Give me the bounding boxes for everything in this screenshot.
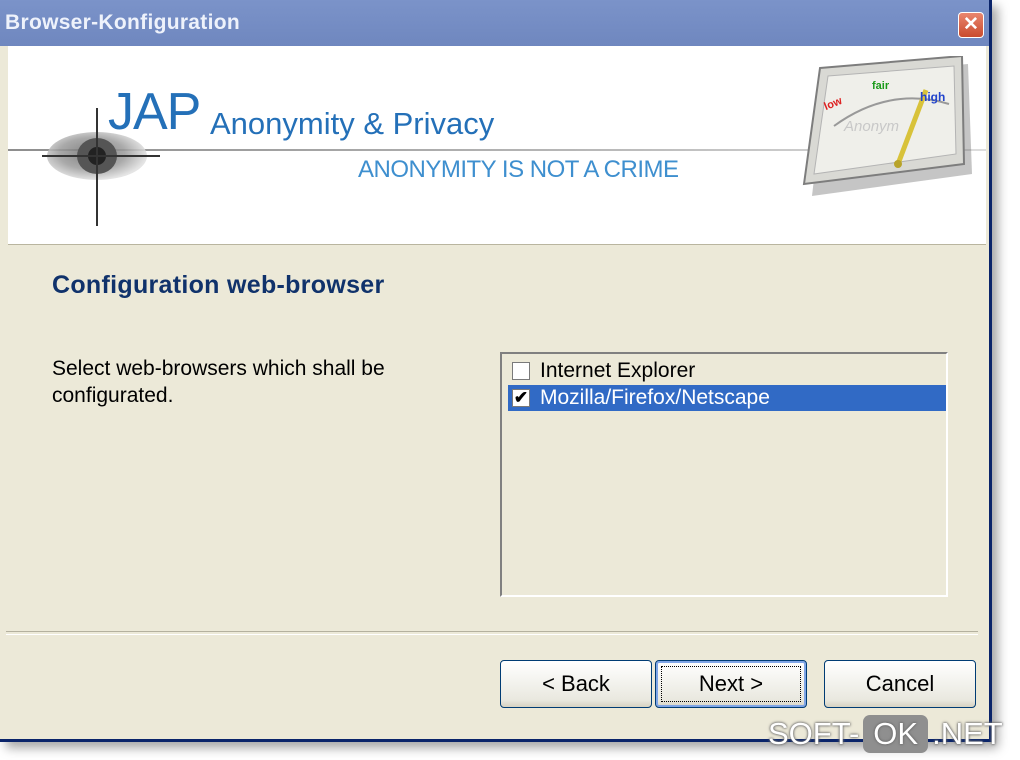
- list-item-mozilla-firefox-netscape[interactable]: ✔ Mozilla/Firefox/Netscape: [508, 385, 946, 411]
- header-banner: JAP Anonymity & Privacy ANONYMITY IS NOT…: [8, 46, 986, 245]
- gauge-label-fair: fair: [872, 80, 890, 92]
- next-button[interactable]: Next >: [655, 660, 807, 708]
- instruction-text: Select web-browsers which shall be confi…: [52, 357, 385, 407]
- footer-separator: [6, 631, 978, 635]
- checkmark-icon: ✔: [513, 388, 529, 407]
- gauge-caption: Anonym: [844, 118, 900, 135]
- title-bar[interactable]: Browser-Konfiguration ✕: [0, 0, 989, 46]
- checkbox-mozilla-firefox-netscape[interactable]: ✔: [512, 389, 530, 407]
- window-title: Browser-Konfiguration: [5, 11, 240, 34]
- close-button[interactable]: ✕: [958, 12, 984, 38]
- watermark-left: SOFT-: [768, 716, 860, 751]
- watermark-ok: OK: [863, 715, 929, 753]
- anonymity-gauge-icon: low fair high Anonym: [794, 54, 972, 204]
- close-icon: ✕: [963, 14, 979, 35]
- watermark: SOFT- OK .NET: [768, 713, 1003, 755]
- checkbox-internet-explorer[interactable]: [512, 362, 530, 380]
- focus-ring: [661, 666, 801, 702]
- section-heading: Configuration web-browser: [52, 271, 385, 299]
- back-button-label: < Back: [542, 671, 610, 696]
- brand-motto: ANONYMITY IS NOT A CRIME: [358, 156, 679, 183]
- brand-name: JAP: [108, 83, 201, 141]
- watermark-right: .NET: [932, 716, 1003, 751]
- list-item-internet-explorer[interactable]: Internet Explorer: [508, 358, 946, 384]
- back-button[interactable]: < Back: [500, 660, 652, 708]
- brand-tagline: Anonymity & Privacy: [210, 106, 495, 141]
- list-item-label: Mozilla/Firefox/Netscape: [540, 386, 770, 409]
- cancel-button-label: Cancel: [865, 671, 935, 696]
- list-item-label: Internet Explorer: [540, 359, 696, 382]
- gauge-label-high: high: [920, 90, 946, 104]
- browser-list[interactable]: Internet Explorer ✔ Mozilla/Firefox/Nets…: [500, 352, 948, 597]
- dialog-window: Browser-Konfiguration ✕ JAP Anonymity & …: [0, 0, 992, 742]
- cancel-button[interactable]: Cancel: [824, 660, 976, 708]
